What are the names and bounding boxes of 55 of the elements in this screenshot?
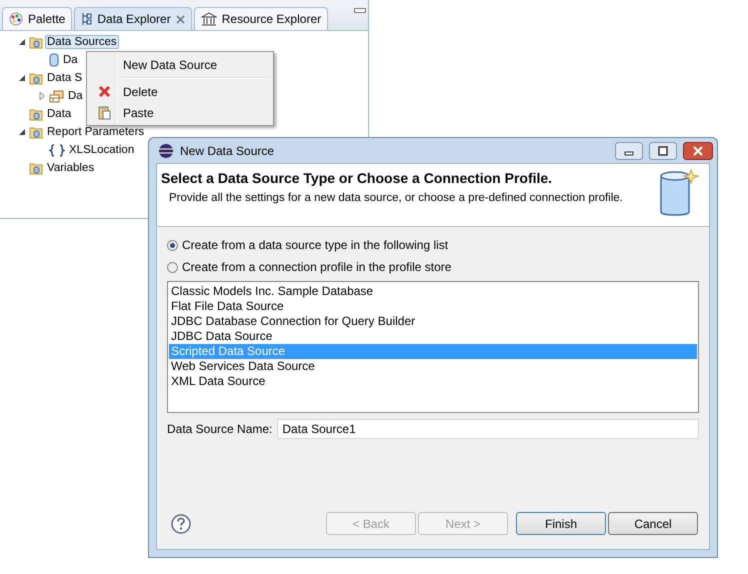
tree-item[interactable]: Data xyxy=(45,107,74,121)
globe-icon xyxy=(158,142,174,158)
name-field[interactable]: Data Source1 xyxy=(277,419,699,439)
view-tab[interactable]: Palette xyxy=(2,7,72,30)
list-item[interactable]: Classic Models Inc. Sample Database xyxy=(169,284,697,299)
dialog-button[interactable]: Finish xyxy=(516,512,606,535)
list-item[interactable]: Web Services Data Source xyxy=(169,359,697,374)
dialog-button[interactable]: Cancel xyxy=(608,512,698,535)
tree-item[interactable]: Da xyxy=(61,53,80,67)
expanded-arrow-icon[interactable] xyxy=(18,38,26,46)
window-title: New Data Source xyxy=(180,144,276,158)
folder-icon xyxy=(29,36,43,48)
radio-option[interactable]: Create from a data source type in the following list xyxy=(167,238,709,252)
palette-icon xyxy=(9,12,23,26)
list-item[interactable]: JDBC Data Source xyxy=(169,329,697,344)
help-icon[interactable] xyxy=(171,514,191,534)
field-label: Data Source Name: xyxy=(167,422,272,436)
database-icon xyxy=(49,53,59,67)
folder-icon xyxy=(29,126,43,138)
list-item[interactable]: JDBC Database Connection for Query Builder xyxy=(169,314,697,329)
tree-item[interactable]: XLSLocation xyxy=(67,143,136,157)
expanded-arrow-icon[interactable] xyxy=(18,74,26,82)
building-icon xyxy=(200,12,217,26)
tree-item[interactable]: Data Sources xyxy=(45,35,119,49)
radio-button[interactable] xyxy=(167,262,178,272)
page-heading: Select a Data Source Type or Choose a Connection Profile. xyxy=(161,170,554,186)
menu-item[interactable]: New Data Source xyxy=(89,54,271,75)
menu-item[interactable]: Paste xyxy=(89,102,271,123)
view-tab[interactable]: Data Explorer xyxy=(74,7,192,30)
hierarchy-icon xyxy=(81,12,92,26)
delete-icon xyxy=(98,85,110,98)
tables-icon xyxy=(49,90,64,102)
radio-option[interactable]: Create from a connection profile in the profile store xyxy=(167,260,709,274)
view-tab[interactable]: Resource Explorer xyxy=(194,7,328,30)
radio-button[interactable] xyxy=(167,240,178,250)
tree-item[interactable]: Da xyxy=(66,89,85,103)
collapsed-arrow-icon[interactable] xyxy=(38,92,46,100)
minimize-icon[interactable] xyxy=(354,8,366,14)
menu-item[interactable]: Delete xyxy=(89,81,271,102)
tree-item[interactable]: Variables xyxy=(45,161,96,175)
close-button[interactable] xyxy=(683,142,713,160)
paste-icon xyxy=(98,105,110,120)
list-item[interactable]: XML Data Source xyxy=(169,374,697,389)
list-item[interactable]: Flat File Data Source xyxy=(169,299,697,314)
expanded-arrow-icon[interactable] xyxy=(18,128,26,136)
tree-item[interactable]: Report Parameters xyxy=(45,125,146,139)
folder-icon xyxy=(29,108,43,120)
maximize-button[interactable] xyxy=(649,142,677,160)
page-description: Provide all the settings for a new data source, or choose a pre-defined connection profile. xyxy=(169,192,624,204)
minimize-button[interactable] xyxy=(615,142,643,160)
tree-item[interactable]: Data S xyxy=(45,71,84,85)
folder-icon xyxy=(29,72,43,84)
close-icon[interactable] xyxy=(176,14,185,24)
braces-icon xyxy=(49,144,65,156)
folder-icon xyxy=(29,162,43,174)
